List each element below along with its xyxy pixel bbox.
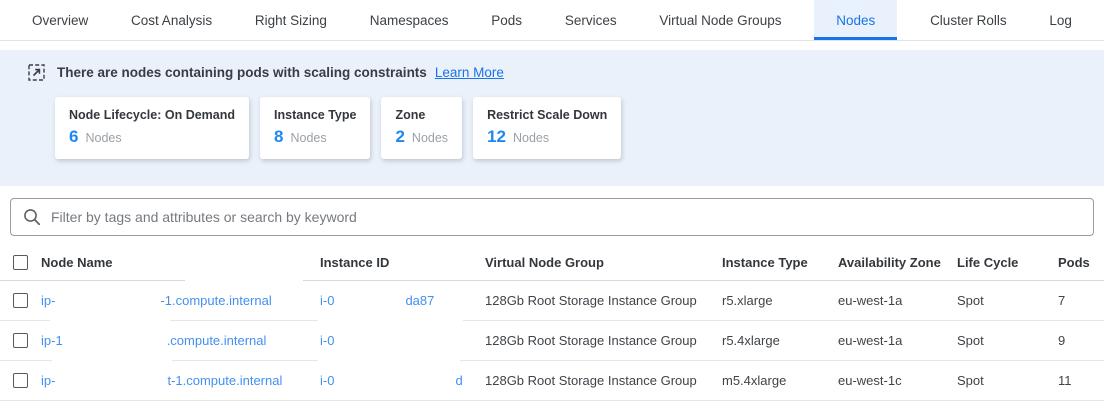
life-cycle-cell: Spot (957, 373, 1045, 388)
tab-bar: Overview Cost Analysis Right Sizing Name… (0, 0, 1104, 41)
instance-type-cell: r5.4xlarge (722, 333, 838, 348)
instance-id-link[interactable]: i-0d (320, 373, 463, 388)
tab-right-sizing[interactable]: Right Sizing (245, 0, 337, 40)
availability-zone-cell: eu-west-1a (838, 293, 957, 308)
tab-overview[interactable]: Overview (22, 0, 98, 40)
pods-cell: 9 (1045, 333, 1104, 348)
availability-zone-cell: eu-west-1a (838, 333, 957, 348)
node-name-link[interactable]: ip-1.compute.internal (41, 333, 266, 348)
column-header-life-cycle[interactable]: Life Cycle (957, 255, 1045, 270)
column-header-virtual-node-group[interactable]: Virtual Node Group (485, 255, 722, 270)
availability-zone-cell: eu-west-1c (838, 373, 957, 388)
instance-id-link[interactable]: i-0da87 (320, 293, 434, 308)
life-cycle-cell: Spot (957, 293, 1045, 308)
filter-search-bar (10, 198, 1094, 236)
select-all-checkbox[interactable] (13, 255, 28, 270)
tab-virtual-node-groups[interactable]: Virtual Node Groups (649, 0, 791, 40)
instance-type-cell: r5.xlarge (722, 293, 838, 308)
column-header-availability-zone[interactable]: Availability Zone (838, 255, 957, 270)
redaction-patch (185, 277, 303, 285)
card-node-lifecycle-on-demand[interactable]: Node Lifecycle: On Demand 6 Nodes (55, 97, 249, 159)
card-unit: Nodes (513, 131, 549, 145)
column-header-pods[interactable]: Pods (1045, 255, 1104, 270)
card-count: 8 (274, 127, 283, 147)
tab-pods[interactable]: Pods (481, 0, 532, 40)
redaction-patch (52, 357, 172, 365)
card-unit: Nodes (290, 131, 326, 145)
tab-services[interactable]: Services (555, 0, 627, 40)
virtual-node-group-cell: 128Gb Root Storage Instance Group (485, 333, 722, 348)
card-unit: Nodes (412, 131, 448, 145)
redacted-text (334, 335, 454, 345)
node-name-link[interactable]: ip--1.compute.internal (41, 293, 272, 308)
redacted-text (55, 295, 160, 305)
banner-message: There are nodes containing pods with sca… (57, 65, 427, 80)
learn-more-link[interactable]: Learn More (435, 65, 504, 80)
instance-type-cell: m5.4xlarge (722, 373, 838, 388)
tab-namespaces[interactable]: Namespaces (360, 0, 459, 40)
card-count: 12 (487, 127, 506, 147)
redacted-text (63, 335, 167, 345)
row-checkbox[interactable] (13, 293, 28, 308)
pods-cell: 11 (1045, 373, 1104, 388)
table-row: ip--1.compute.internal i-0da87 128Gb Roo… (0, 281, 1104, 321)
tab-cluster-rolls[interactable]: Cluster Rolls (920, 0, 1017, 40)
card-title: Node Lifecycle: On Demand (69, 108, 235, 122)
table-row: ip-1.compute.internal i-0 128Gb Root Sto… (0, 321, 1104, 361)
card-zone[interactable]: Zone 2 Nodes (381, 97, 462, 159)
search-icon (23, 208, 41, 226)
column-header-node-name[interactable]: Node Name (41, 255, 320, 270)
redaction-patch (318, 357, 460, 365)
node-name-link[interactable]: ip-t-1.compute.internal (41, 373, 282, 388)
nodes-table: Node Name Instance ID Virtual Node Group… (0, 245, 1104, 401)
redacted-text (334, 295, 405, 305)
virtual-node-group-cell: 128Gb Root Storage Instance Group (485, 293, 722, 308)
redacted-text (55, 375, 167, 385)
card-count: 2 (395, 127, 404, 147)
virtual-node-group-cell: 128Gb Root Storage Instance Group (485, 373, 722, 388)
table-header-row: Node Name Instance ID Virtual Node Group… (0, 245, 1104, 281)
column-header-instance-id[interactable]: Instance ID (320, 255, 485, 270)
scaling-constraint-icon (28, 64, 45, 81)
table-row: ip-t-1.compute.internal i-0d 128Gb Root … (0, 361, 1104, 401)
column-header-instance-type[interactable]: Instance Type (722, 255, 838, 270)
card-title: Zone (395, 108, 448, 122)
card-instance-type[interactable]: Instance Type 8 Nodes (260, 97, 370, 159)
card-count: 6 (69, 127, 78, 147)
card-restrict-scale-down[interactable]: Restrict Scale Down 12 Nodes (473, 97, 621, 159)
redaction-patch (318, 317, 463, 325)
tab-cost-analysis[interactable]: Cost Analysis (121, 0, 222, 40)
search-input[interactable] (51, 209, 1081, 225)
pods-cell: 7 (1045, 293, 1104, 308)
card-title: Instance Type (274, 108, 356, 122)
row-checkbox[interactable] (13, 333, 28, 348)
instance-id-link[interactable]: i-0 (320, 333, 454, 348)
redacted-text (334, 375, 455, 385)
card-unit: Nodes (85, 131, 121, 145)
redaction-patch (50, 317, 170, 325)
card-title: Restrict Scale Down (487, 108, 607, 122)
row-checkbox[interactable] (13, 373, 28, 388)
scaling-constraints-banner: There are nodes containing pods with sca… (0, 50, 1104, 186)
tab-log[interactable]: Log (1039, 0, 1082, 40)
tab-nodes[interactable]: Nodes (814, 0, 897, 40)
constraint-summary-cards: Node Lifecycle: On Demand 6 Nodes Instan… (55, 97, 1104, 159)
life-cycle-cell: Spot (957, 333, 1045, 348)
